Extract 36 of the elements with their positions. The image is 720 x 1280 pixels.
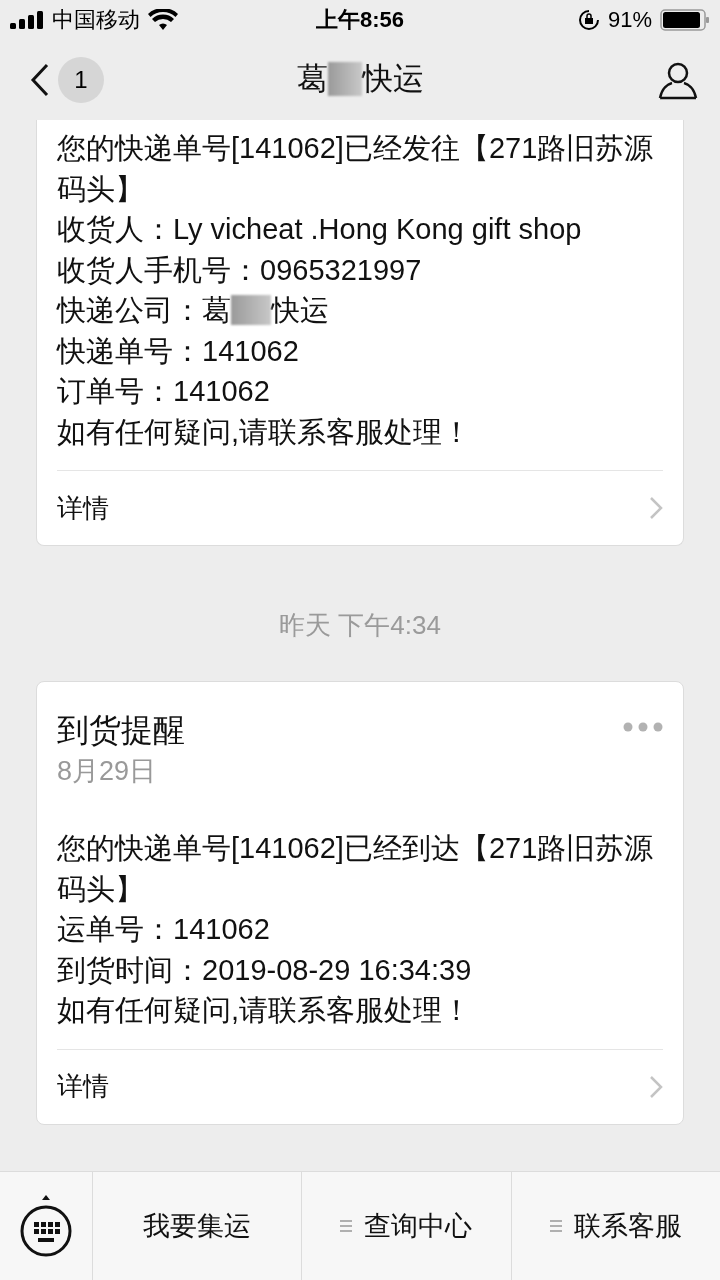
message-line: 您的快递单号[141062]已经发往【271路旧苏源码头】 (57, 131, 655, 207)
message-line: 如有任何疑问,请联系客服处理！ (57, 414, 473, 450)
signal-icon (10, 11, 44, 29)
message-line: 运单号：141062 (57, 912, 271, 947)
profile-icon[interactable] (658, 60, 698, 100)
rotation-lock-icon (577, 9, 600, 31)
chevron-right-icon (649, 496, 663, 520)
submenu-icon (340, 1219, 353, 1233)
unread-badge: 1 (58, 57, 104, 103)
message-line: 订单号：141062 (57, 374, 271, 409)
keyboard-toggle-icon[interactable] (19, 1194, 73, 1258)
clock-time: 上午8:56 (315, 6, 404, 34)
submenu-icon (549, 1219, 562, 1233)
message-line: 到货时间：2019-08-29 16:34:39 (57, 952, 473, 988)
battery-percent: 91% (607, 7, 652, 33)
details-link[interactable]: 详情 (57, 470, 663, 545)
timestamp: 昨天 下午4:34 (279, 609, 441, 642)
card-date: 8月29日 (57, 755, 158, 788)
details-link[interactable]: 详情 (57, 1048, 663, 1124)
blurred-patch (327, 62, 362, 96)
message-line: 快运 (271, 293, 329, 328)
message-line: 如有任何疑问,请联系客服处理！ (57, 993, 473, 1028)
message-line: 快递单号：141062 (57, 333, 300, 369)
wifi-icon (148, 9, 178, 31)
message-line: 快递公司：葛 (57, 293, 231, 328)
message-line: 您的快递单号[141062]已经到达【271路旧苏源码头】 (57, 831, 655, 907)
blurred-patch (231, 295, 271, 326)
message-line: 收货人：Ly vicheat .Hong Kong gift shop (57, 212, 583, 247)
chat-title: 葛 (296, 60, 328, 98)
chat-title: 快运 (361, 60, 424, 98)
card-title: 到货提醒 (57, 711, 185, 750)
battery-icon (660, 9, 710, 31)
carrier-name: 中国移动 (52, 6, 140, 34)
back-icon[interactable] (30, 63, 50, 97)
message-line: 收货人手机号：0965321997 (57, 252, 423, 288)
chevron-right-icon (649, 1074, 663, 1099)
